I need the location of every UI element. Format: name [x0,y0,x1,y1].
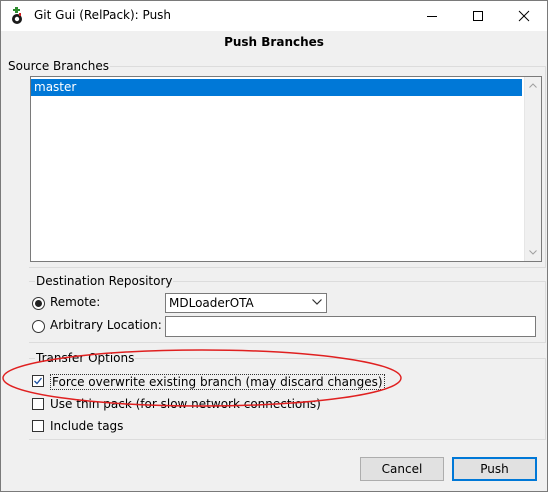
window-title: Git Gui (RelPack): Push [34,8,172,22]
push-button[interactable]: Push [452,457,537,481]
list-item-master[interactable]: master [31,79,522,96]
remote-select-value: MDLoaderOTA [169,296,254,310]
destination-repository-label: Destination Repository [35,274,174,288]
git-gui-app-icon [9,7,25,25]
dialog-heading: Push Branches [224,35,324,49]
scroll-up-arrow-icon[interactable] [529,83,537,88]
chevron-down-icon [312,299,322,305]
source-branches-list[interactable]: master [30,76,542,262]
minimize-button[interactable] [409,1,455,31]
scroll-down-arrow-icon[interactable] [529,250,537,255]
remote-label: Remote: [50,295,101,309]
title-bar[interactable]: Git Gui (RelPack): Push [1,1,547,31]
remote-radio[interactable] [32,297,45,310]
cancel-button[interactable]: Cancel [360,457,444,481]
arbitrary-location-input[interactable] [165,316,536,337]
close-button[interactable] [501,1,547,31]
maximize-button[interactable] [455,1,501,31]
include-tags-label[interactable]: Include tags [50,419,123,433]
maximize-icon [473,11,483,21]
push-dialog-window: Git Gui (RelPack): Push Push Branches So… [0,0,548,492]
arbitrary-location-label: Arbitrary Location: [50,318,162,332]
minimize-icon [427,16,437,17]
source-branches-label: Source Branches [7,59,110,73]
annotation-ellipse [2,349,402,407]
arbitrary-location-radio[interactable] [32,320,45,333]
remote-select[interactable]: MDLoaderOTA [165,293,327,313]
close-icon [518,10,530,22]
include-tags-checkbox[interactable] [32,420,44,432]
vertical-scrollbar[interactable] [524,77,541,261]
